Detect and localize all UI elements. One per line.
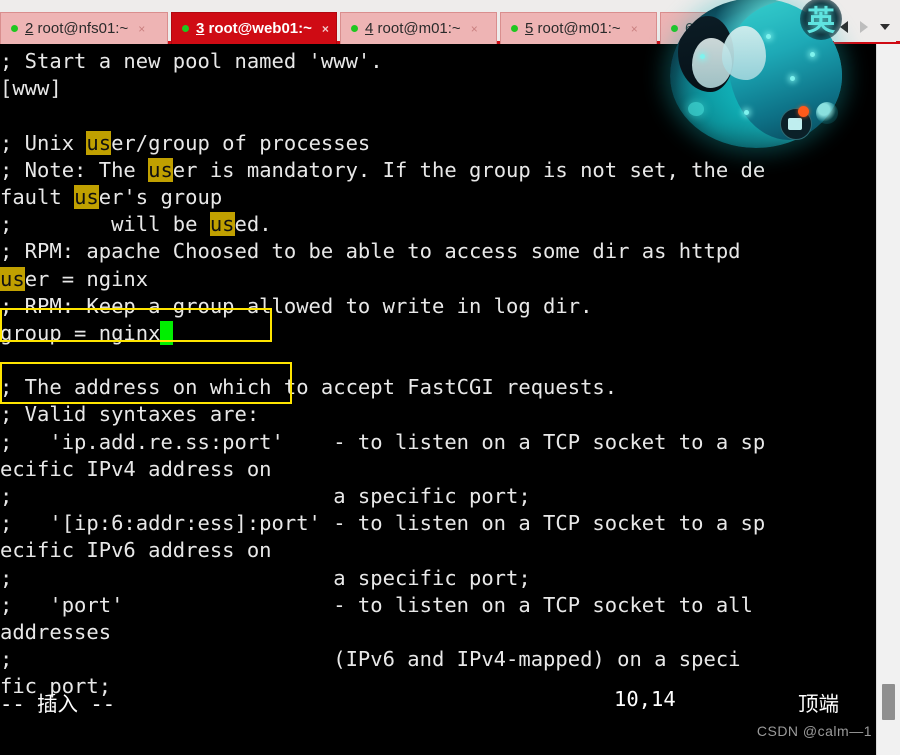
tab-title: ro bbox=[693, 20, 711, 37]
tab-title: root@nfs01:~ bbox=[33, 20, 129, 37]
terminal-line: ; Valid syntaxes are: bbox=[0, 402, 260, 427]
terminal-line: ; Unix user/group of processes bbox=[0, 130, 371, 155]
terminal-line: ; RPM: Keep a group allowed to write in … bbox=[0, 293, 593, 318]
tab-label: 4 root@m01:~ bbox=[365, 20, 461, 37]
tab-strip: 2 root@nfs01:~ × 3 root@web01:~ × 4 root… bbox=[0, 12, 823, 44]
terminal-text: ; Start a new pool named 'www'. [www] ; U… bbox=[0, 44, 765, 701]
terminal-line: ; will be used. bbox=[0, 212, 272, 237]
terminal-line: ; (IPv6 and IPv4-mapped) on a speci bbox=[0, 647, 741, 672]
terminal-line: user = nginx bbox=[0, 266, 149, 291]
terminal-line: ; The address on which to accept FastCGI… bbox=[0, 375, 618, 400]
tab-label: 5 root@m01:~ bbox=[525, 20, 621, 37]
tab-root-m01-4[interactable]: 4 root@m01:~ × bbox=[340, 12, 497, 44]
search-highlight: us bbox=[148, 157, 173, 182]
terminal-line: ; RPM: apache Choosed to be able to acce… bbox=[0, 239, 741, 264]
terminal-line: addresses bbox=[0, 619, 112, 644]
vim-status-line: -- 插入 -- 10,14 顶端 bbox=[0, 687, 876, 716]
chevron-down-icon[interactable] bbox=[880, 24, 890, 30]
close-icon[interactable]: × bbox=[138, 22, 145, 36]
terminal-line: ; a specific port; bbox=[0, 565, 531, 590]
terminal-line: ; Start a new pool named 'www'. bbox=[0, 49, 383, 73]
tab-status-dot bbox=[671, 25, 678, 32]
search-highlight: us bbox=[0, 266, 25, 291]
tab-root-m01-5[interactable]: 5 root@m01:~ × bbox=[500, 12, 657, 44]
tab-label: 3 root@web01:~ bbox=[196, 20, 312, 37]
terminal-line: ecific IPv6 address on bbox=[0, 538, 272, 563]
tab-label: 2 root@nfs01:~ bbox=[25, 20, 128, 37]
terminal-line: ecific IPv4 address on bbox=[0, 456, 272, 481]
tab-status-dot bbox=[511, 25, 518, 32]
terminal-window: 2 root@nfs01:~ × 3 root@web01:~ × 4 root… bbox=[0, 0, 900, 755]
watermark: CSDN @calm—1 bbox=[756, 723, 872, 739]
vertical-scrollbar[interactable] bbox=[876, 44, 900, 755]
tab-status-dot bbox=[182, 25, 189, 32]
tab-nav-controls bbox=[834, 12, 896, 42]
terminal-line: group = nginx bbox=[0, 320, 765, 347]
close-icon[interactable]: × bbox=[471, 22, 478, 36]
text-cursor bbox=[160, 320, 173, 345]
terminal-line: ; a specific port; bbox=[0, 484, 531, 508]
tab-title: root@m01:~ bbox=[533, 20, 621, 37]
tab-root-nfs01[interactable]: 2 root@nfs01:~ × bbox=[0, 12, 168, 44]
terminal-line: ; Note: The user is mandatory. If the gr… bbox=[0, 157, 766, 182]
vim-mode-indicator: -- 插入 -- bbox=[0, 692, 116, 716]
tab-label: 6 ro bbox=[685, 20, 711, 37]
right-arrow-icon[interactable] bbox=[860, 21, 868, 33]
terminal-line: [www] bbox=[0, 76, 62, 101]
scrollbar-thumb[interactable] bbox=[882, 684, 895, 720]
tab-root-web01[interactable]: 3 root@web01:~ × bbox=[171, 12, 337, 44]
close-icon[interactable]: × bbox=[322, 22, 329, 36]
tab-root-6[interactable]: 6 ro bbox=[660, 12, 820, 44]
terminal-line: ; 'port' - to listen on a TCP socket to … bbox=[0, 592, 753, 617]
tab-title: root@web01:~ bbox=[204, 20, 312, 37]
terminal-output[interactable]: ; Start a new pool named 'www'. [www] ; U… bbox=[0, 44, 876, 755]
tab-status-dot bbox=[351, 25, 358, 32]
search-highlight: us bbox=[74, 184, 99, 209]
terminal-line: ; '[ip:6:addr:ess]:port' - to listen on … bbox=[0, 511, 766, 536]
tab-title: root@m01:~ bbox=[373, 20, 461, 37]
search-highlight: us bbox=[209, 212, 235, 237]
vim-cursor-position: 10,14 bbox=[614, 687, 676, 711]
terminal-line: fault user's group bbox=[0, 184, 223, 209]
tab-bar: 2 root@nfs01:~ × 3 root@web01:~ × 4 root… bbox=[0, 0, 900, 44]
terminal-line: ; 'ip.add.re.ss:port' - to listen on a T… bbox=[0, 429, 766, 454]
tab-status-dot bbox=[11, 25, 18, 32]
left-arrow-icon[interactable] bbox=[840, 21, 848, 33]
vim-scroll-indicator: 顶端 bbox=[798, 692, 839, 716]
close-icon[interactable]: × bbox=[631, 22, 638, 36]
search-highlight: us bbox=[86, 130, 112, 155]
